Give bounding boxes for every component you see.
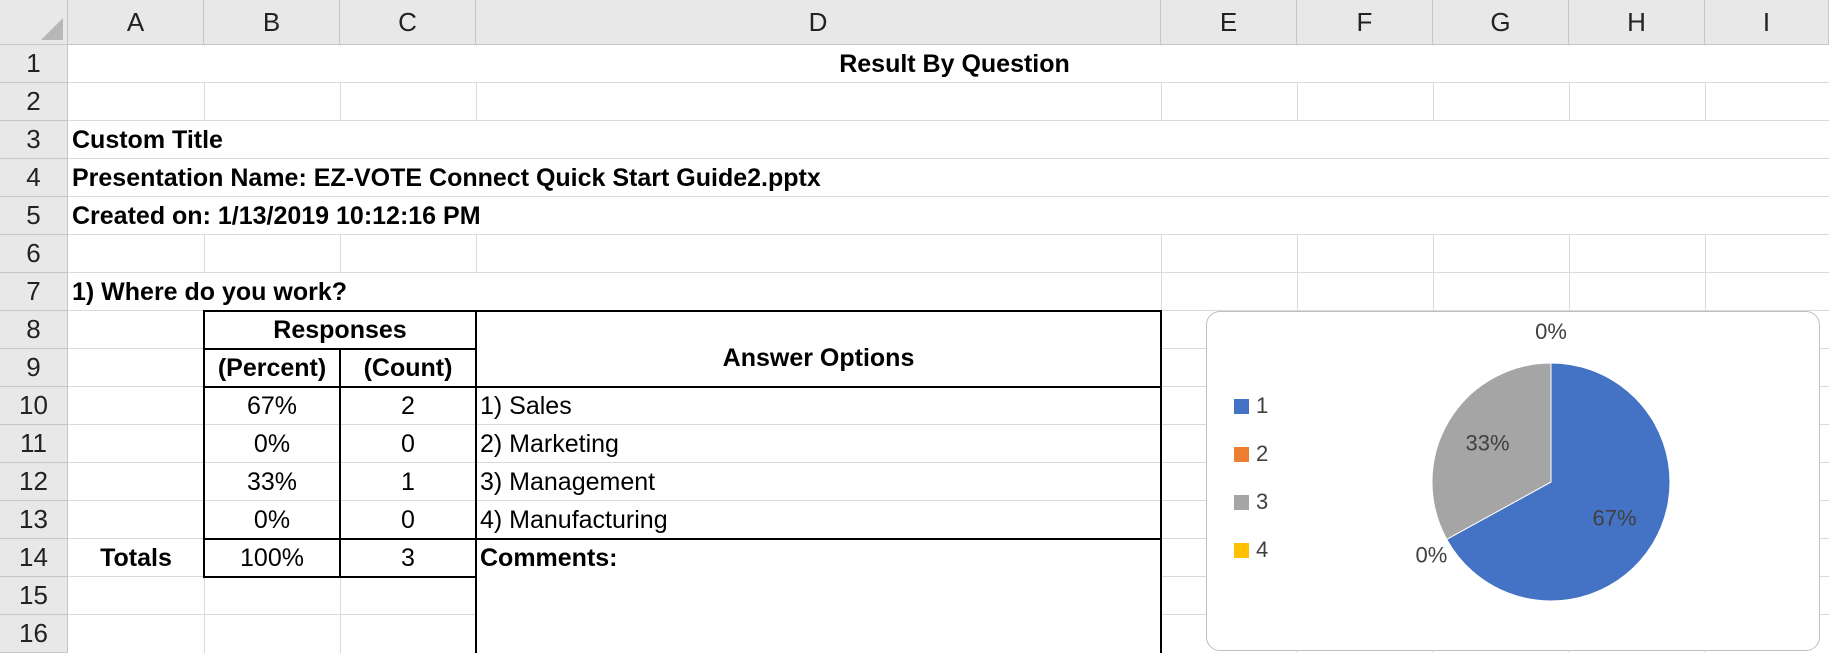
row-header-8[interactable]: 8 — [0, 311, 68, 349]
answer-option-cell[interactable]: 4) Manufacturing — [480, 501, 668, 539]
report-title: Result By Question — [839, 49, 1070, 78]
column-header-b[interactable]: B — [204, 0, 340, 45]
table-border — [476, 538, 1162, 540]
legend-swatch-1 — [1234, 399, 1249, 414]
row-header-7[interactable]: 7 — [0, 273, 68, 311]
created-on: Created on: 1/13/2019 10:12:16 PM — [72, 201, 481, 230]
column-header-g[interactable]: G — [1433, 0, 1569, 45]
row-header-14[interactable]: 14 — [0, 539, 68, 577]
column-header-d[interactable]: D — [476, 0, 1161, 45]
table-border — [204, 310, 1162, 312]
count-cell[interactable]: 2 — [340, 387, 476, 425]
question-text: 1) Where do you work? — [72, 277, 348, 306]
percent-cell[interactable]: 67% — [204, 387, 340, 425]
row-header-5[interactable]: 5 — [0, 197, 68, 235]
pie-data-label: 67% — [1592, 505, 1636, 530]
spreadsheet: A B C D E F G H I 1 2 3 4 5 6 7 8 9 10 1… — [0, 0, 1829, 653]
legend-swatch-2 — [1234, 447, 1249, 462]
legend-label-2: 2 — [1256, 441, 1268, 466]
column-header-e[interactable]: E — [1161, 0, 1297, 45]
percent-cell[interactable]: 33% — [204, 463, 340, 501]
percent-cell[interactable]: 0% — [204, 425, 340, 463]
column-header-c[interactable]: C — [340, 0, 476, 45]
table-border — [1160, 310, 1162, 653]
totals-label: Totals — [100, 543, 172, 572]
comments-label: Comments: — [480, 543, 618, 572]
text-overflow-row-3 — [69, 121, 1829, 158]
column-header-a[interactable]: A — [68, 0, 204, 45]
legend-label-1: 1 — [1256, 393, 1268, 418]
column-header-h[interactable]: H — [1569, 0, 1705, 45]
percent-cell[interactable]: 0% — [204, 501, 340, 539]
pie-chart-svg: 67% 0% 33% 0% 1 2 3 4 — [1234, 319, 1671, 602]
table-border — [475, 310, 477, 653]
row-header-6[interactable]: 6 — [0, 235, 68, 273]
row-header-12[interactable]: 12 — [0, 463, 68, 501]
percent-header: (Percent) — [217, 353, 327, 382]
table-border — [204, 386, 1162, 388]
count-cell[interactable]: 0 — [340, 501, 476, 539]
count-cell[interactable]: 0 — [340, 425, 476, 463]
row-header-10[interactable]: 10 — [0, 387, 68, 425]
pie-data-label: 33% — [1465, 430, 1509, 455]
totals-percent[interactable]: 100% — [204, 539, 340, 577]
count-header: (Count) — [363, 353, 453, 382]
row-header-15[interactable]: 15 — [0, 577, 68, 615]
answer-options-header: Answer Options — [722, 344, 915, 372]
table-border — [203, 310, 205, 578]
row-header-1[interactable]: 1 — [0, 45, 68, 83]
select-all-button[interactable] — [0, 0, 68, 45]
totals-count[interactable]: 3 — [340, 539, 476, 577]
row-header-13[interactable]: 13 — [0, 501, 68, 539]
row-header-9[interactable]: 9 — [0, 349, 68, 387]
legend-swatch-4 — [1234, 543, 1249, 558]
presentation-name: Presentation Name: EZ-VOTE Connect Quick… — [72, 163, 821, 192]
row-header-2[interactable]: 2 — [0, 83, 68, 121]
legend-swatch-3 — [1234, 495, 1249, 510]
legend-label-4: 4 — [1256, 537, 1268, 562]
row-header-3[interactable]: 3 — [0, 121, 68, 159]
row-header-4[interactable]: 4 — [0, 159, 68, 197]
answer-option-cell[interactable]: 2) Marketing — [480, 425, 619, 463]
pie-data-label: 0% — [1416, 543, 1448, 568]
responses-header: Responses — [273, 315, 407, 344]
pie-data-label: 0% — [1535, 319, 1567, 344]
pie-chart[interactable]: 67% 0% 33% 0% 1 2 3 4 — [1206, 311, 1820, 651]
count-cell[interactable]: 1 — [340, 463, 476, 501]
column-header-i[interactable]: I — [1705, 0, 1829, 45]
column-header-f[interactable]: F — [1297, 0, 1433, 45]
legend-label-3: 3 — [1256, 489, 1268, 514]
select-all-triangle-icon — [41, 18, 63, 40]
custom-title: Custom Title — [72, 125, 223, 154]
table-border — [339, 348, 341, 578]
row-header-16[interactable]: 16 — [0, 615, 68, 653]
row-header-11[interactable]: 11 — [0, 425, 68, 463]
answer-option-cell[interactable]: 1) Sales — [480, 387, 572, 425]
answer-option-cell[interactable]: 3) Management — [480, 463, 655, 501]
